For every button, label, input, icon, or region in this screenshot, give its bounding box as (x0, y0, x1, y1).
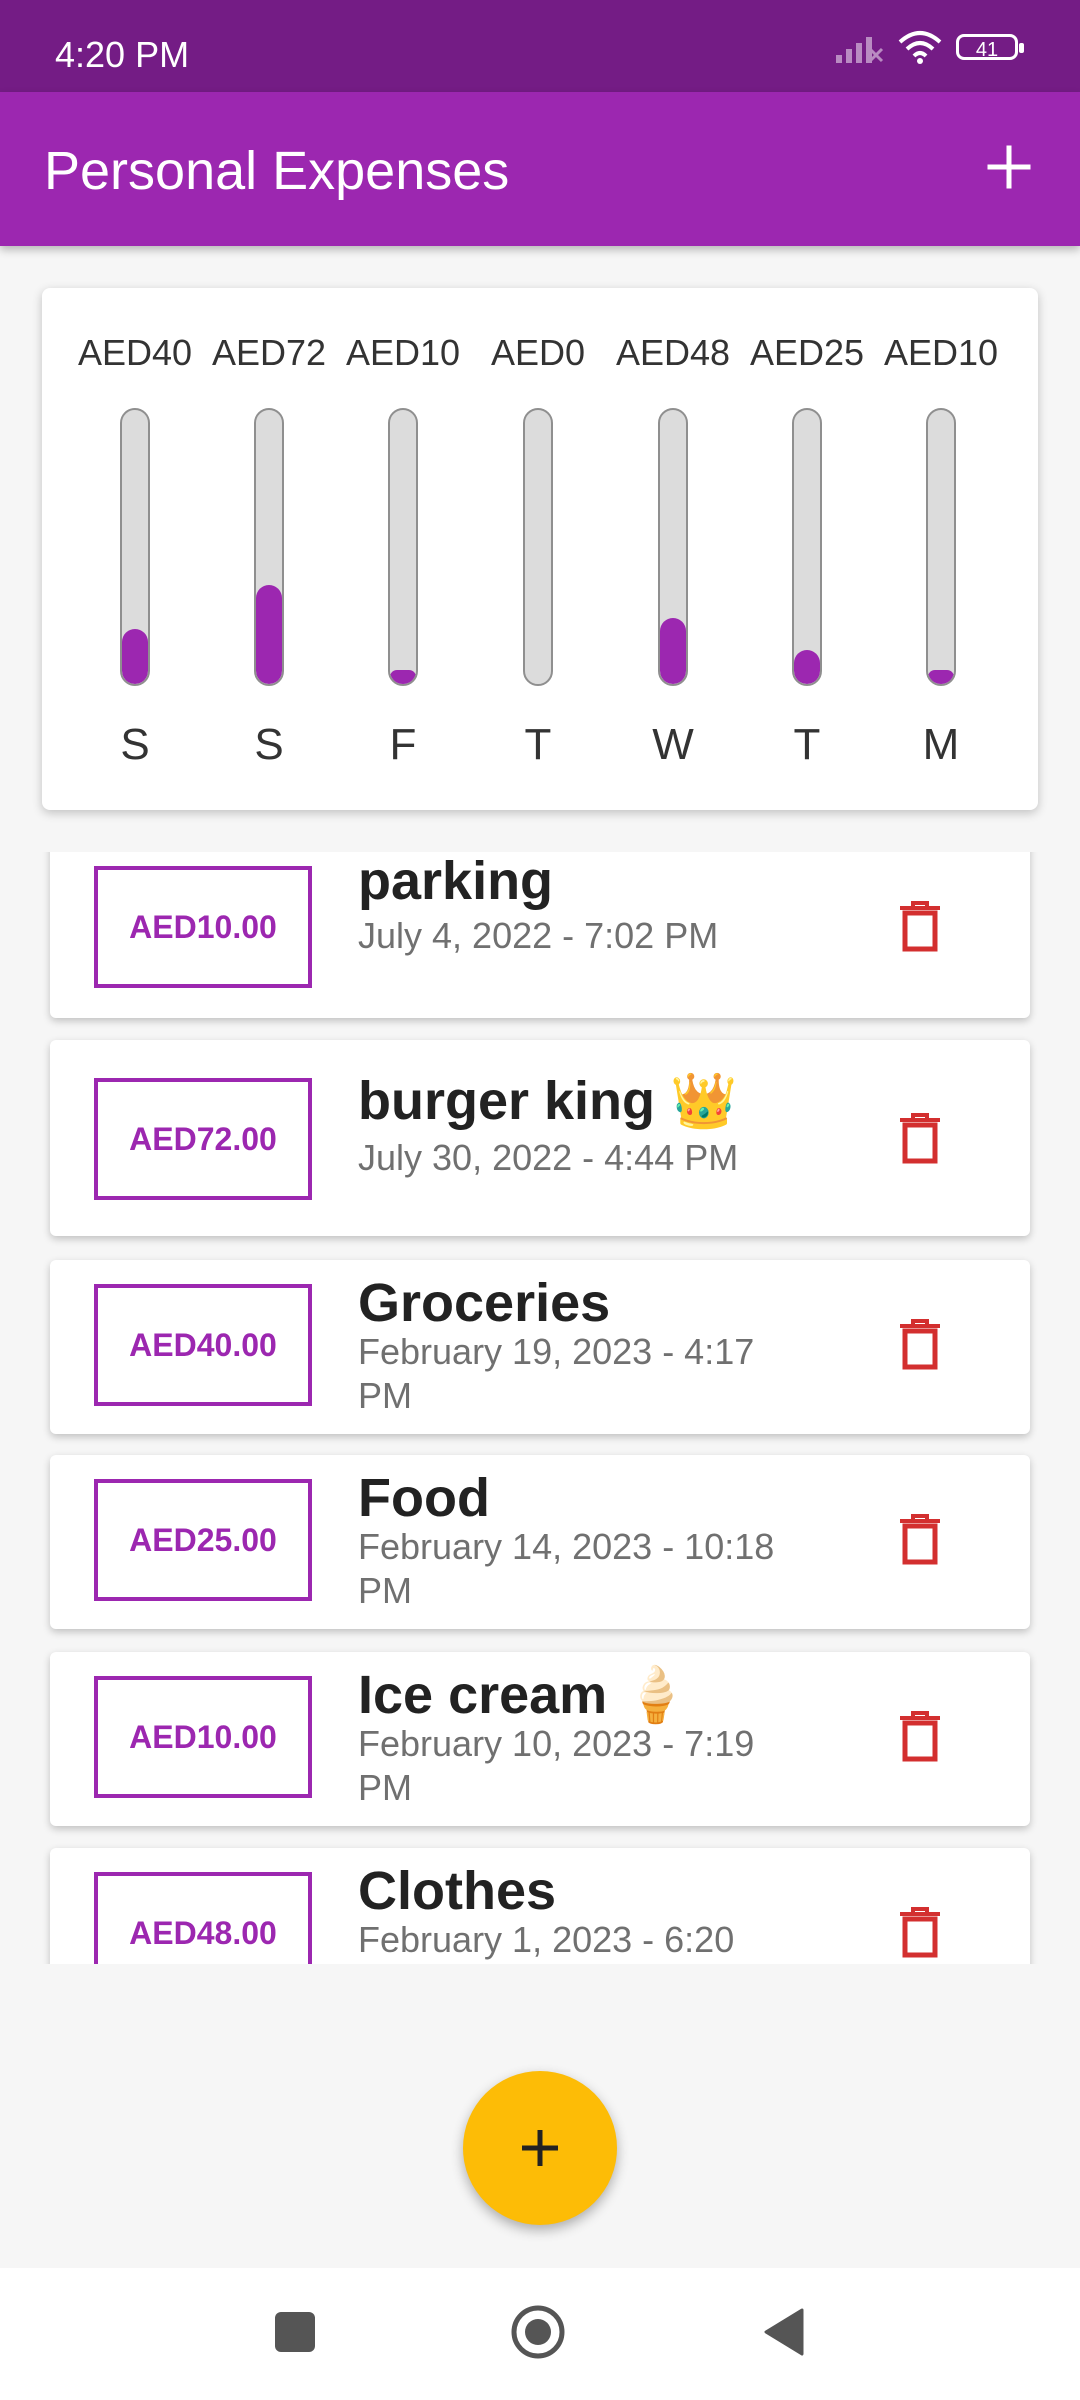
system-nav-bar (0, 2268, 1080, 2400)
transaction-title: Groceries (358, 1273, 611, 1333)
app-bar: Personal Expenses (0, 92, 1080, 246)
transaction-amount: AED72.00 (94, 1078, 312, 1200)
chart-bar: AED48 W (608, 288, 738, 810)
bar-day-label: M (922, 720, 960, 769)
transaction-card[interactable]: AED25.00 Food February 14, 2023 - 10:18 PM (50, 1455, 1030, 1629)
chart-bar: AED10 M (876, 288, 1006, 810)
transaction-card[interactable]: AED10.00 parking July 4, 2022 - 7:02 PM (50, 852, 1030, 1018)
transaction-card[interactable]: AED48.00 Clothes February 1, 2023 - 6:20 (50, 1848, 1030, 1964)
bar-track (254, 408, 284, 686)
trash-icon[interactable] (898, 1112, 942, 1164)
weekly-chart: AED40 S AED72 S AED10 F AED0 T AED48 W AED25 T AED10… (42, 288, 1038, 810)
transaction-amount: AED25.00 (94, 1479, 312, 1601)
status-time: 4:20 PM (55, 34, 190, 75)
transaction-title: Ice cream 🍦 (358, 1665, 690, 1725)
bar-fill (660, 618, 686, 684)
chart-bar: AED10 F (338, 288, 468, 810)
trash-icon[interactable] (898, 1710, 942, 1762)
trash-icon[interactable] (898, 1513, 942, 1565)
back-button[interactable] (762, 2308, 804, 2356)
wifi-icon (898, 31, 942, 64)
bar-amount-label: AED48 (615, 332, 731, 373)
chart-bar: AED72 S (204, 288, 334, 810)
bar-track (388, 408, 418, 686)
transaction-card[interactable]: AED40.00 Groceries February 19, 2023 - 4:1… (50, 1260, 1030, 1434)
chart-bar: AED40 S (70, 288, 200, 810)
chart-bar: AED0 T (473, 288, 603, 810)
bar-track (120, 408, 150, 686)
bar-day-label: S (120, 720, 150, 769)
transaction-date: July 4, 2022 - 7:02 PM (358, 915, 719, 956)
transaction-amount: AED10.00 (94, 866, 312, 988)
bar-amount-label: AED10 (883, 332, 999, 373)
transaction-date: February 19, 2023 - 4:17 PM (358, 1331, 755, 1416)
bar-fill (256, 585, 282, 684)
transaction-amount: AED48.00 (94, 1872, 312, 1964)
chart-bar: AED25 T (742, 288, 872, 810)
bar-fill (928, 670, 954, 684)
transaction-card[interactable]: AED72.00 burger king 👑 July 30, 2022 - 4:4… (50, 1040, 1030, 1236)
bar-day-label: F (389, 720, 417, 769)
bar-track (523, 408, 553, 686)
home-button[interactable] (510, 2304, 566, 2360)
bar-day-label: T (524, 720, 552, 769)
bar-track (926, 408, 956, 686)
battery-icon: 41 (956, 34, 1024, 61)
bar-day-label: T (793, 720, 821, 769)
bar-amount-label: AED72 (211, 332, 327, 373)
plus-icon[interactable] (974, 132, 1044, 202)
transaction-title: Clothes (358, 1861, 557, 1921)
bar-amount-label: AED25 (749, 332, 865, 373)
bar-amount-label: AED0 (490, 332, 586, 373)
bar-fill (794, 649, 820, 684)
bar-day-label: S (254, 720, 284, 769)
status-bar: 4:20 PM 41 (0, 0, 1080, 92)
add-transaction-button[interactable] (463, 2071, 617, 2225)
bar-fill (122, 629, 148, 684)
app-title: Personal Expenses (44, 141, 510, 201)
transaction-date: February 1, 2023 - 6:20 (358, 1919, 735, 1960)
bar-track (792, 408, 822, 686)
bar-day-label: W (652, 720, 694, 769)
transaction-amount: AED10.00 (94, 1676, 312, 1798)
signal-icon (836, 37, 884, 63)
bar-track (658, 408, 688, 686)
trash-icon[interactable] (898, 900, 942, 952)
bar-fill (390, 670, 416, 684)
transaction-amount: AED40.00 (94, 1284, 312, 1406)
transaction-date: February 10, 2023 - 7:19 PM (358, 1723, 755, 1808)
transaction-date: July 30, 2022 - 4:44 PM (358, 1137, 739, 1178)
plus-icon (522, 2130, 558, 2166)
trash-icon[interactable] (898, 1318, 942, 1370)
transaction-date: February 14, 2023 - 10:18 PM (358, 1526, 775, 1611)
transaction-list: AED10.00 parking July 4, 2022 - 7:02 PM AED… (0, 852, 1080, 1964)
bar-amount-label: AED40 (77, 332, 193, 373)
transaction-card[interactable]: AED10.00 Ice cream 🍦 February 10, 2023 - 7… (50, 1652, 1030, 1826)
transaction-title: burger king 👑 (358, 1071, 738, 1131)
transaction-title: Food (358, 1468, 490, 1528)
recents-button[interactable] (275, 2312, 315, 2352)
transaction-title: parking (358, 852, 554, 911)
bar-amount-label: AED10 (345, 332, 461, 373)
status-icons: 41 (834, 30, 1024, 64)
trash-icon[interactable] (898, 1906, 942, 1958)
